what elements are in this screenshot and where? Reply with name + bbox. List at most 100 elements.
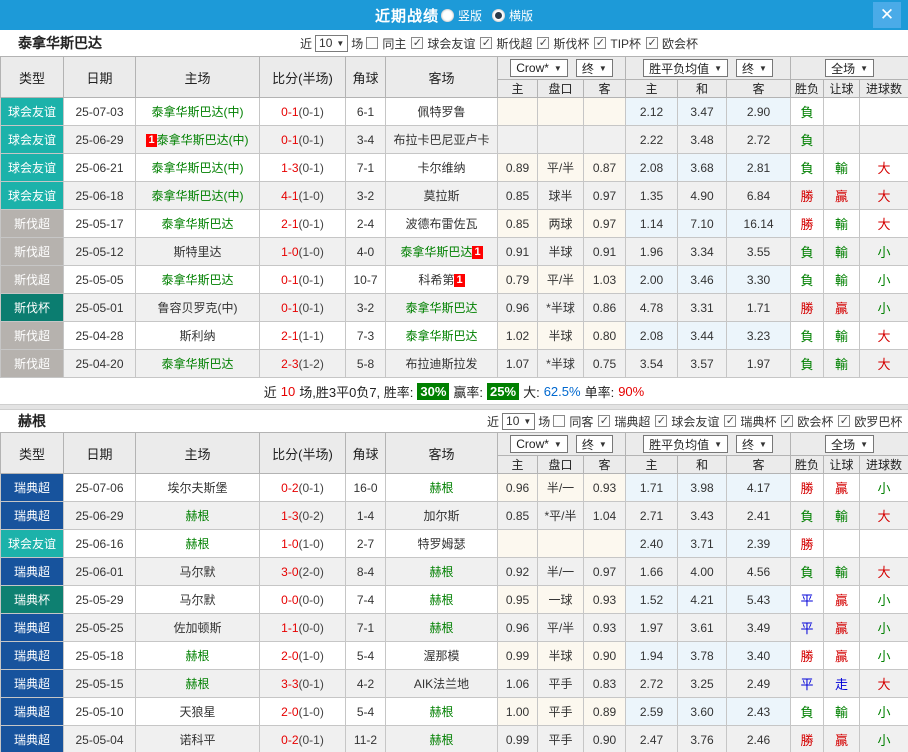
match-row: 瑞典超25-06-01马尔默3-0(2-0)8-4赫根0.92半/一0.971.… <box>1 558 908 586</box>
odds-away <box>584 98 626 126</box>
fulltime-score: 4-1 <box>281 189 298 203</box>
sub-header-7: 让球 <box>824 456 860 474</box>
result-goals: 大 <box>860 502 908 530</box>
league-checkbox[interactable]: ✓ <box>724 415 736 427</box>
radio-vertical-layout[interactable]: 竖版 <box>441 7 482 24</box>
final-avg-select[interactable]: 终▼ <box>736 435 773 453</box>
sub-header-0: 主 <box>498 80 538 98</box>
radio-horizontal-layout[interactable]: 横版 <box>492 7 533 24</box>
avg-select[interactable]: 胜平负均值▼ <box>643 435 728 453</box>
fulltime-score: 0-0 <box>281 593 298 607</box>
league-checkbox[interactable]: ✓ <box>411 37 423 49</box>
bookmaker-select[interactable]: Crow*▼ <box>510 435 568 453</box>
match-date: 25-04-28 <box>64 322 136 350</box>
match-count-select[interactable]: 10▼ <box>502 413 535 430</box>
odds-home <box>498 530 538 558</box>
avg-home: 1.66 <box>626 558 678 586</box>
match-count-select[interactable]: 10▼ <box>315 35 348 52</box>
result-handicap: 贏 <box>824 474 860 502</box>
away-team-name: 布拉迪斯拉发 <box>405 357 477 371</box>
away-team-name: 莫拉斯 <box>423 189 459 203</box>
away-team-cell: 加尔斯 <box>386 502 498 530</box>
away-team-name: 赫根 <box>429 621 453 635</box>
match-date: 25-07-06 <box>64 474 136 502</box>
league-checkbox[interactable]: ✓ <box>781 415 793 427</box>
home-team-name: 斯利纳 <box>179 329 215 343</box>
result-handicap: 走 <box>824 670 860 698</box>
result-goals: 大 <box>860 182 908 210</box>
league-type-cell: 球会友谊 <box>1 98 64 126</box>
radio-unselected-icon[interactable] <box>441 9 454 22</box>
odds-home: 0.89 <box>498 154 538 182</box>
league-label: 瑞典超 <box>614 413 650 430</box>
odds-home: 0.96 <box>498 474 538 502</box>
avg-away: 3.30 <box>727 266 791 294</box>
radio-selected-icon[interactable] <box>492 9 505 22</box>
result-handicap: 輸 <box>824 210 860 238</box>
sub-header-0: 主 <box>498 456 538 474</box>
away-team-name: 布拉卡巴尼亚卢卡 <box>393 133 489 147</box>
header-row-groups: 类型日期主场比分(半场)角球客场Crow*▼终▼胜平负均值▼终▼全场▼ <box>1 433 908 456</box>
away-team-cell: 泰拿华斯巴达 <box>386 294 498 322</box>
odds-away: 0.90 <box>584 642 626 670</box>
fulltime-score: 1-1 <box>281 621 298 635</box>
score-cell: 2-0(1-0) <box>260 642 346 670</box>
fullmatch-select[interactable]: 全场▼ <box>825 59 874 77</box>
corner-count: 10-7 <box>346 266 386 294</box>
avg-away: 3.23 <box>727 322 791 350</box>
avg-home: 2.72 <box>626 670 678 698</box>
match-row: 球会友谊25-06-18泰拿华斯巴达(中)4-1(1-0)3-2莫拉斯0.85球… <box>1 182 908 210</box>
close-button[interactable]: ✕ <box>873 2 901 28</box>
section-header-team1: 泰拿华斯巴达 近10▼场同主✓球会友谊✓斯伐超✓斯伐杯✓TIP杯✓欧会杯 <box>0 30 908 56</box>
result-winlose: 負 <box>791 238 824 266</box>
odds-away: 0.80 <box>584 322 626 350</box>
away-team-name: 泰拿华斯巴达 <box>405 329 477 343</box>
result-winlose: 負 <box>791 126 824 154</box>
final-avg-select[interactable]: 终▼ <box>736 59 773 77</box>
league-checkbox[interactable]: ✓ <box>480 37 492 49</box>
avg-away: 16.14 <box>727 210 791 238</box>
league-checkbox[interactable]: ✓ <box>838 415 850 427</box>
same-venue-checkbox[interactable] <box>553 415 565 427</box>
match-date: 25-05-10 <box>64 698 136 726</box>
fullmatch-value: 全场 <box>831 60 855 77</box>
fullmatch-select[interactable]: 全场▼ <box>825 435 874 453</box>
home-team-name: 泰拿华斯巴达(中) <box>157 133 249 147</box>
bookmaker-select[interactable]: Crow*▼ <box>510 59 568 77</box>
avg-draw: 3.47 <box>678 98 727 126</box>
league-type-cell: 瑞典超 <box>1 502 64 530</box>
match-date: 25-07-03 <box>64 98 136 126</box>
avg-away: 2.72 <box>727 126 791 154</box>
league-checkbox[interactable]: ✓ <box>594 37 606 49</box>
league-checkbox[interactable]: ✓ <box>598 415 610 427</box>
corner-count: 3-2 <box>346 294 386 322</box>
fulltime-score: 1-0 <box>281 245 298 259</box>
corner-count: 6-1 <box>346 98 386 126</box>
summary-label-odds-win: 赢率: <box>453 382 483 401</box>
fulltime-score: 3-3 <box>281 677 298 691</box>
league-label: 球会友谊 <box>427 35 475 52</box>
avg-draw: 4.90 <box>678 182 727 210</box>
final-odds-select[interactable]: 终▼ <box>576 435 613 453</box>
avg-away: 2.81 <box>727 154 791 182</box>
same-venue-checkbox[interactable] <box>366 37 378 49</box>
avg-home: 2.47 <box>626 726 678 752</box>
corner-count: 11-2 <box>346 726 386 752</box>
league-checkbox[interactable]: ✓ <box>655 415 667 427</box>
away-team-cell: 赫根 <box>386 586 498 614</box>
league-checkbox[interactable]: ✓ <box>646 37 658 49</box>
halftime-score: (0-2) <box>299 509 324 523</box>
home-team-name: 泰拿华斯巴达 <box>161 357 233 371</box>
odds-handicap: 平手 <box>538 726 584 752</box>
home-team-cell: 诺科平 <box>136 726 260 752</box>
odds-handicap: 半球 <box>538 642 584 670</box>
final-odds-select[interactable]: 终▼ <box>576 59 613 77</box>
avg-select[interactable]: 胜平负均值▼ <box>643 59 728 77</box>
team2-name: 赫根 <box>18 411 46 431</box>
odds-home <box>498 98 538 126</box>
fulltime-score: 2-0 <box>281 649 298 663</box>
result-winlose: 負 <box>791 154 824 182</box>
halftime-score: (2-0) <box>299 565 324 579</box>
league-type-cell: 斯伐杯 <box>1 294 64 322</box>
league-checkbox[interactable]: ✓ <box>537 37 549 49</box>
